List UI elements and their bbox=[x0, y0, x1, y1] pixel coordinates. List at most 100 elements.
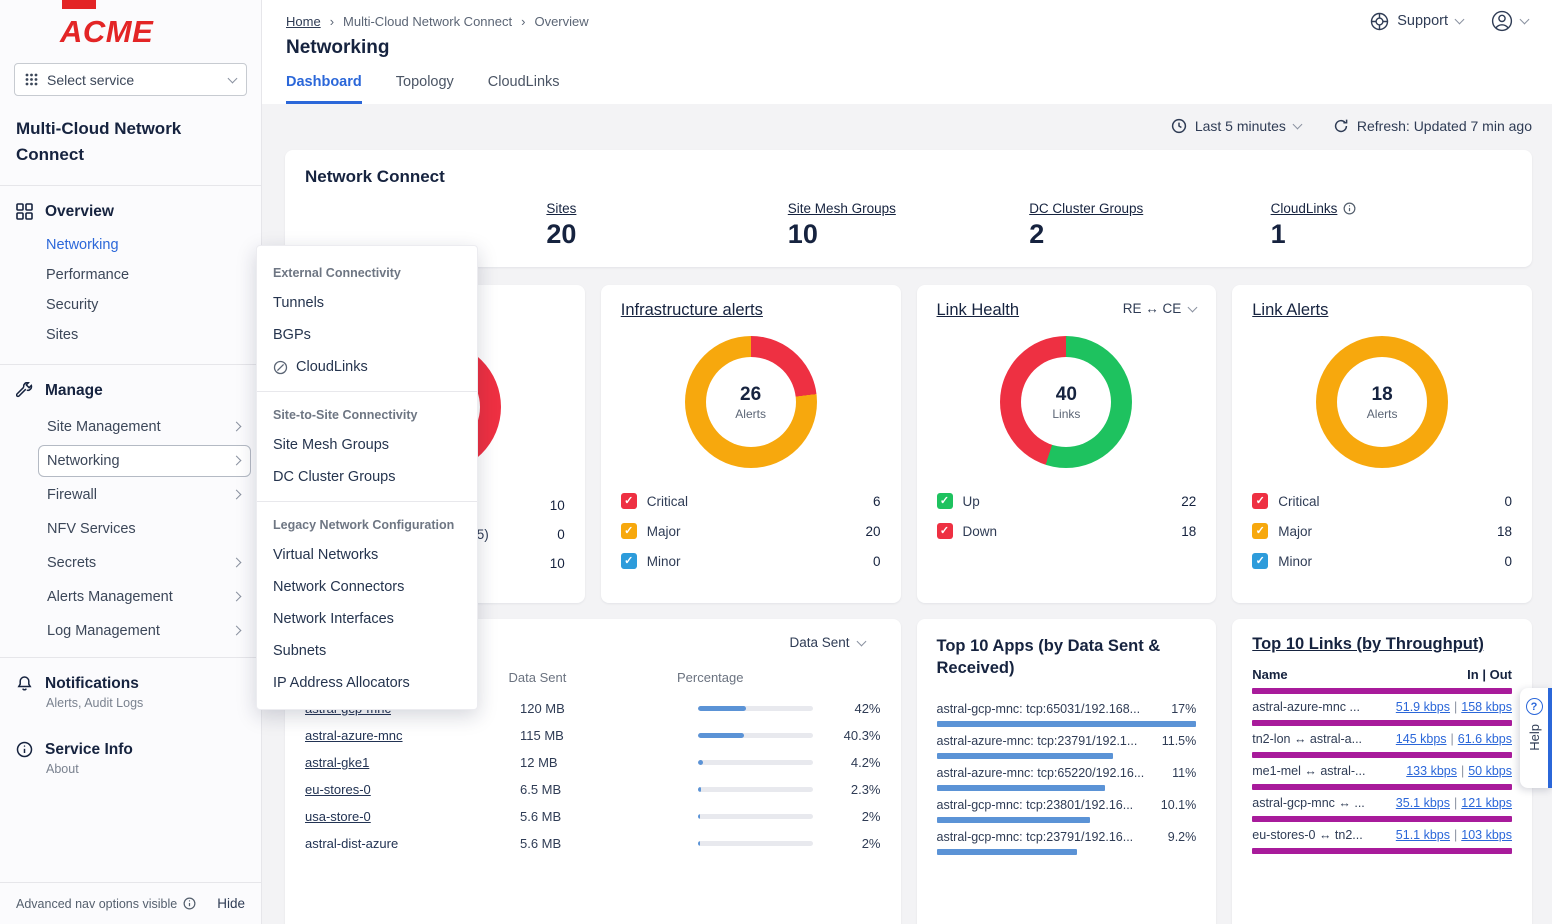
flyout-item-cloudlinks[interactable]: CloudLinks bbox=[257, 351, 477, 383]
legend-value: 0 bbox=[873, 554, 881, 569]
in-value-link[interactable]: 133 kbps bbox=[1406, 764, 1457, 778]
out-value-link[interactable]: 158 kbps bbox=[1461, 700, 1512, 714]
site-name: astral-dist-azure bbox=[305, 836, 398, 851]
breadcrumb-product[interactable]: Multi-Cloud Network Connect bbox=[343, 14, 512, 29]
sidebar-item-nfv-services[interactable]: NFV Services bbox=[38, 513, 251, 545]
app-name: astral-azure-mnc: tcp:65220/192.16... bbox=[937, 766, 1145, 780]
app-row: astral-gcp-mnc: tcp:23791/192.16...9.2% bbox=[937, 830, 1197, 855]
flyout-item-site-mesh-groups[interactable]: Site Mesh Groups bbox=[257, 429, 477, 461]
breadcrumb-home[interactable]: Home bbox=[286, 14, 321, 29]
sidebar-item-manage-networking[interactable]: Networking bbox=[38, 445, 251, 477]
flyout-item-dc-cluster-groups[interactable]: DC Cluster Groups bbox=[257, 461, 477, 493]
brand-logo: ACME bbox=[0, 0, 261, 50]
link-alerts-title[interactable]: Link Alerts bbox=[1252, 301, 1328, 320]
site-link[interactable]: astral-azure-mnc bbox=[305, 728, 403, 743]
link-name: astral-gcp-mnc ↔ ... bbox=[1252, 796, 1365, 810]
out-value-link[interactable]: 61.6 kbps bbox=[1458, 732, 1512, 746]
major-checkbox[interactable] bbox=[1252, 523, 1268, 539]
up-checkbox[interactable] bbox=[937, 493, 953, 509]
infrastructure-alerts-title[interactable]: Infrastructure alerts bbox=[621, 301, 763, 320]
out-value-link[interactable]: 103 kbps bbox=[1461, 828, 1512, 842]
support-button[interactable]: Support bbox=[1370, 12, 1463, 31]
sidebar-item-secrets[interactable]: Secrets bbox=[38, 547, 251, 579]
table-row: usa-store-0 5.6 MB 2% bbox=[305, 803, 881, 830]
sidebar-item-firewall[interactable]: Firewall bbox=[38, 479, 251, 511]
sidebar-item-log-management[interactable]: Log Management bbox=[38, 615, 251, 647]
app-root: ACME Select service Multi-Cloud Network … bbox=[0, 0, 1552, 924]
flyout-section-title: Site-to-Site Connectivity bbox=[257, 400, 477, 429]
info-icon[interactable] bbox=[1343, 202, 1356, 215]
tab-topology[interactable]: Topology bbox=[396, 74, 454, 104]
legend-label: Major bbox=[647, 524, 681, 539]
data-sent-selector[interactable]: Data Sent bbox=[789, 635, 864, 650]
re-ce-selector[interactable]: RE ↔ CE bbox=[1123, 301, 1197, 316]
progress-fill bbox=[698, 760, 703, 765]
account-menu[interactable] bbox=[1491, 10, 1528, 32]
flyout-item-ip-address-allocators[interactable]: IP Address Allocators bbox=[257, 667, 477, 699]
site-link[interactable]: astral-gke1 bbox=[305, 755, 369, 770]
link-row: eu-stores-0 ↔ tn2... 51.1 kbps|103 kbps bbox=[1252, 828, 1512, 842]
progress-track bbox=[698, 814, 813, 819]
progress-fill bbox=[698, 733, 744, 738]
site-link[interactable]: eu-stores-0 bbox=[305, 782, 371, 797]
flyout-item-subnets[interactable]: Subnets bbox=[257, 635, 477, 667]
info-icon bbox=[16, 741, 33, 758]
time-range-selector[interactable]: Last 5 minutes bbox=[1171, 118, 1301, 134]
info-icon[interactable] bbox=[183, 897, 196, 910]
in-value-link[interactable]: 51.1 kbps bbox=[1396, 828, 1450, 842]
flyout-item-network-interfaces[interactable]: Network Interfaces bbox=[257, 603, 477, 635]
in-value-link[interactable]: 145 kbps bbox=[1396, 732, 1447, 746]
throughput-bar bbox=[1252, 784, 1512, 790]
out-value-link[interactable]: 121 kbps bbox=[1461, 796, 1512, 810]
link-row: astral-gcp-mnc ↔ ... 35.1 kbps|121 kbps bbox=[1252, 796, 1512, 810]
flyout-section-title: Legacy Network Configuration bbox=[257, 510, 477, 539]
stat-dc-cluster-groups-link[interactable]: DC Cluster Groups bbox=[1029, 201, 1143, 216]
in-value-link[interactable]: 51.9 kbps bbox=[1396, 700, 1450, 714]
sidebar-item-performance[interactable]: Performance bbox=[46, 260, 261, 290]
chevron-right-icon bbox=[232, 626, 242, 636]
top-links-title[interactable]: Top 10 Links (by Throughput) bbox=[1252, 635, 1512, 654]
sidebar-item-sites[interactable]: Sites bbox=[46, 320, 261, 350]
legend-label: Down bbox=[963, 524, 998, 539]
flyout-item-bgps[interactable]: BGPs bbox=[257, 319, 477, 351]
legend-value: 20 bbox=[865, 524, 880, 539]
donut-center: 40 Links bbox=[1000, 336, 1132, 468]
stat-cloudlinks: CloudLinks 1 bbox=[1271, 200, 1512, 250]
donut-total: 26 bbox=[740, 384, 761, 406]
service-selector[interactable]: Select service bbox=[14, 63, 247, 96]
out-value-link[interactable]: 50 kbps bbox=[1468, 764, 1512, 778]
sidebar-item-manage[interactable]: Manage bbox=[0, 373, 261, 409]
tab-dashboard[interactable]: Dashboard bbox=[286, 74, 362, 104]
app-pct: 9.2% bbox=[1168, 830, 1197, 844]
flyout-item-tunnels[interactable]: Tunnels bbox=[257, 287, 477, 319]
critical-checkbox[interactable] bbox=[1252, 493, 1268, 509]
major-checkbox[interactable] bbox=[621, 523, 637, 539]
sidebar-item-overview[interactable]: Overview bbox=[0, 194, 261, 230]
sidebar-item-networking[interactable]: Networking bbox=[46, 230, 261, 260]
main-header: Home › Multi-Cloud Network Connect › Ove… bbox=[262, 0, 1552, 104]
site-link[interactable]: usa-store-0 bbox=[305, 809, 371, 824]
progress-fill bbox=[698, 706, 746, 711]
sidebar-item-security[interactable]: Security bbox=[46, 290, 261, 320]
help-tab[interactable]: ? Help bbox=[1520, 688, 1552, 788]
down-checkbox[interactable] bbox=[937, 523, 953, 539]
stat-sites-link[interactable]: Sites bbox=[546, 201, 576, 216]
link-row: astral-azure-mnc ... 51.9 kbps|158 kbps bbox=[1252, 700, 1512, 714]
link-health-title[interactable]: Link Health bbox=[937, 301, 1020, 320]
refresh-button[interactable]: Refresh: Updated 7 min ago bbox=[1333, 118, 1532, 134]
flyout-item-network-connectors[interactable]: Network Connectors bbox=[257, 571, 477, 603]
breadcrumb-overview: Overview bbox=[534, 14, 588, 29]
stat-site-mesh-groups-link[interactable]: Site Mesh Groups bbox=[788, 201, 896, 216]
sidebar-item-site-management[interactable]: Site Management bbox=[38, 411, 251, 443]
donut-total: 40 bbox=[1056, 384, 1077, 406]
hide-nav-button[interactable]: Hide bbox=[217, 896, 245, 911]
support-lifebuoy-icon bbox=[1370, 12, 1389, 31]
tab-cloudlinks[interactable]: CloudLinks bbox=[488, 74, 560, 104]
minor-checkbox[interactable] bbox=[621, 553, 637, 569]
minor-checkbox[interactable] bbox=[1252, 553, 1268, 569]
stat-cloudlinks-link[interactable]: CloudLinks bbox=[1271, 201, 1357, 216]
sidebar-item-alerts-management[interactable]: Alerts Management bbox=[38, 581, 251, 613]
flyout-item-virtual-networks[interactable]: Virtual Networks bbox=[257, 539, 477, 571]
in-value-link[interactable]: 35.1 kbps bbox=[1396, 796, 1450, 810]
critical-checkbox[interactable] bbox=[621, 493, 637, 509]
